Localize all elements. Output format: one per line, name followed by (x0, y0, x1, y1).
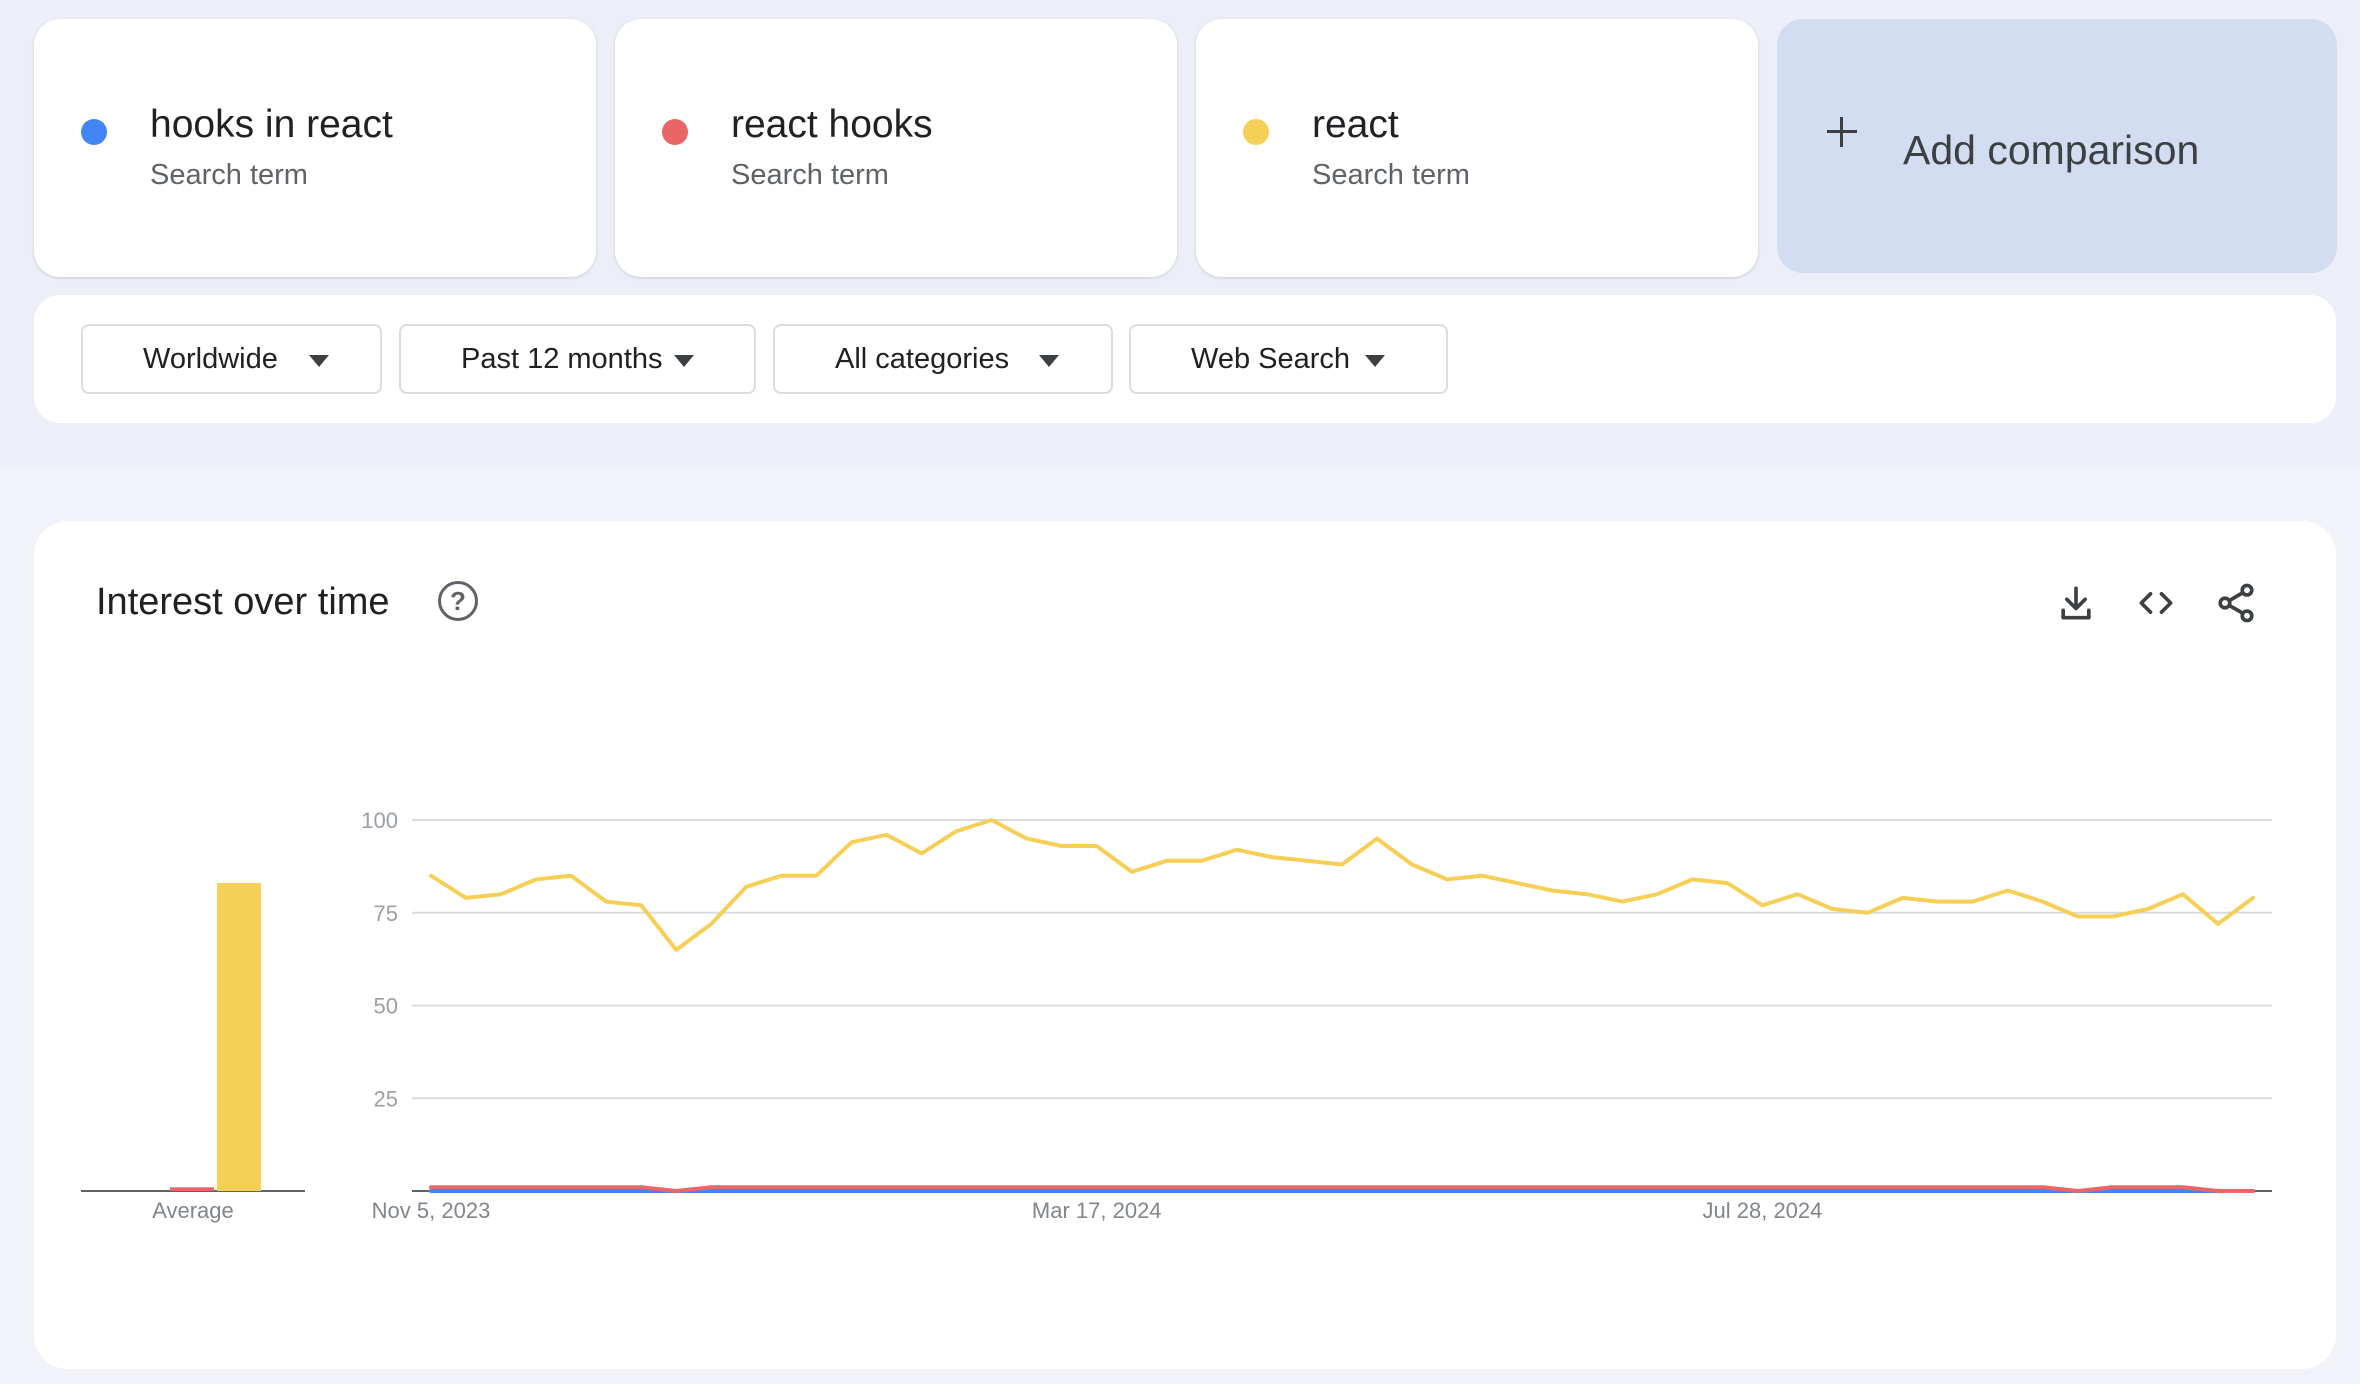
term-card-hooks-in-react[interactable]: hooks in react Search term (34, 19, 596, 277)
filter-category-dropdown[interactable]: All categories (773, 324, 1113, 394)
series-line-react (429, 818, 2255, 952)
filter-bar: Worldwide Past 12 months All categories … (34, 295, 2336, 423)
x-tick-label: Mar 17, 2024 (1032, 1198, 1162, 1223)
average-bar-react-hooks (170, 1187, 214, 1191)
dropdown-arrow-icon (1039, 355, 1059, 367)
dropdown-arrow-icon (309, 355, 329, 367)
x-tick-label: Nov 5, 2023 (372, 1198, 491, 1223)
y-tick-label: 75 (374, 901, 398, 926)
dropdown-arrow-icon (1365, 355, 1385, 367)
filter-region-dropdown[interactable]: Worldwide (81, 324, 382, 394)
filter-label: All categories (835, 343, 1010, 375)
term-subtitle: Search term (731, 159, 889, 191)
y-tick-label: 25 (374, 1086, 398, 1111)
interest-over-time-card: Interest over time ? 25 50 75 100 Average Nov… (34, 521, 2336, 1369)
term-card-react-hooks[interactable]: react hooks Search term (615, 19, 1177, 277)
add-comparison-button[interactable]: Add comparison (1777, 19, 2337, 273)
plus-icon (1827, 117, 1857, 147)
average-bar-react (217, 883, 261, 1191)
filter-time-range-dropdown[interactable]: Past 12 months (399, 324, 756, 394)
term-name[interactable]: react hooks (731, 103, 933, 147)
x-tick-label: Jul 28, 2024 (1703, 1198, 1823, 1223)
add-comparison-label: Add comparison (1903, 127, 2200, 173)
filter-label: Worldwide (143, 343, 278, 375)
average-label: Average (152, 1198, 234, 1223)
series-color-dot (81, 119, 107, 145)
term-name[interactable]: hooks in react (150, 103, 393, 147)
interest-over-time-chart: 25 50 75 100 Average Nov 5, 2023 Mar 17, 2024 J… (81, 808, 2272, 1223)
y-tick-label: 100 (361, 808, 398, 833)
filter-search-type-dropdown[interactable]: Web Search (1129, 324, 1448, 394)
filter-label: Web Search (1191, 343, 1351, 375)
term-name[interactable]: react (1312, 103, 1399, 147)
y-tick-label: 50 (374, 994, 398, 1019)
term-card-react[interactable]: react Search term (1196, 19, 1758, 277)
term-subtitle: Search term (150, 159, 308, 191)
filter-label: Past 12 months (461, 343, 663, 375)
series-color-dot (662, 119, 688, 145)
dropdown-arrow-icon (674, 355, 694, 367)
series-color-dot (1243, 119, 1269, 145)
term-subtitle: Search term (1312, 159, 1470, 191)
